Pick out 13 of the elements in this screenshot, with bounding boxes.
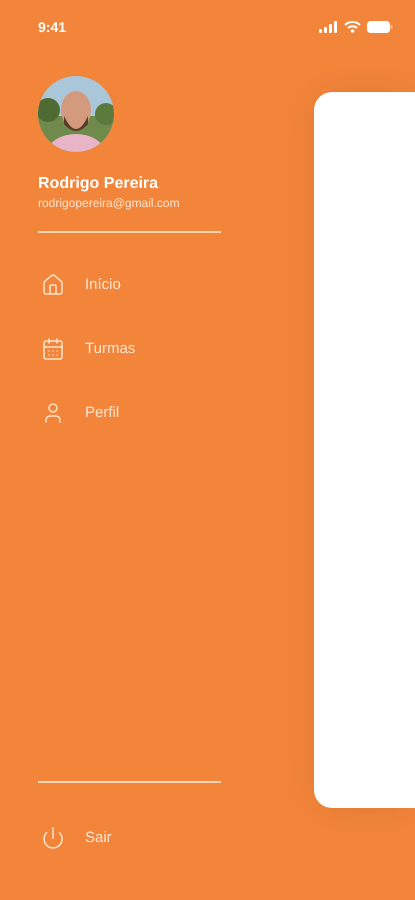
signal-icon xyxy=(319,21,338,33)
home-icon xyxy=(41,273,65,297)
power-icon xyxy=(41,826,65,850)
status-time: 9:41 xyxy=(38,18,66,36)
wifi-icon xyxy=(344,21,361,33)
menu-item[interactable]: Turmas xyxy=(85,338,136,360)
menu-item[interactable]: Sair xyxy=(85,826,112,850)
battery-icon xyxy=(367,21,393,33)
profile-email: rodrigopereira@gmail.com xyxy=(38,196,181,211)
profile-name: Rodrigo Pereira xyxy=(38,174,160,194)
menu-item[interactable]: Início xyxy=(85,274,121,296)
calendar-icon xyxy=(41,337,65,361)
menu-item[interactable]: Perfil xyxy=(85,402,120,424)
